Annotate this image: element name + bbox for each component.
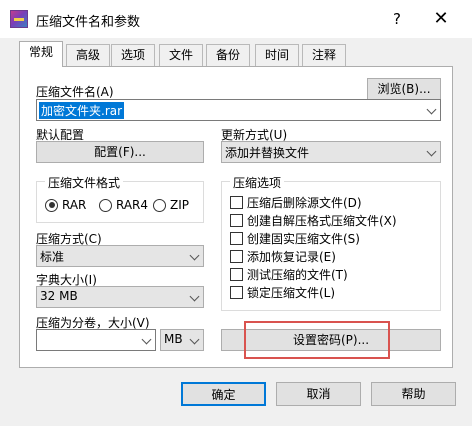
dictionary-size-select[interactable]: 32 MB: [36, 286, 204, 308]
browse-button[interactable]: 浏览(B)...: [367, 78, 441, 100]
chevron-down-icon[interactable]: [428, 148, 436, 156]
update-mode-select[interactable]: 添加并替换文件: [221, 141, 441, 163]
tab-time[interactable]: 时间: [255, 44, 300, 66]
option-solid-checkbox[interactable]: [230, 232, 243, 245]
archive-options-group: 压缩选项 压缩后删除源文件(D) 创建自解压格式压缩文件(X) 创建固实压缩文件…: [221, 174, 441, 311]
update-mode-value: 添加并替换文件: [225, 146, 310, 160]
option-create-sfx-checkbox[interactable]: [230, 214, 243, 227]
dialog-body: 常规 高级 选项 文件 备份 时间 注释 压缩文件名(A) 浏览(B)... 加…: [0, 38, 472, 426]
option-lock-archive-label: 锁定压缩文件(L): [247, 286, 336, 300]
option-delete-files[interactable]: 压缩后删除源文件(D): [230, 194, 362, 211]
help-button[interactable]: 帮助: [371, 382, 456, 406]
compression-method-value: 标准: [40, 250, 65, 264]
profiles-button[interactable]: 配置(F)...: [36, 141, 204, 163]
ok-button[interactable]: 确定: [181, 382, 266, 406]
option-test-files-checkbox[interactable]: [230, 268, 243, 281]
option-recovery-record-checkbox[interactable]: [230, 250, 243, 263]
tab-options[interactable]: 选项: [111, 44, 156, 66]
compression-method-select[interactable]: 标准: [36, 245, 204, 267]
archive-name-label: 压缩文件名(A): [36, 85, 114, 99]
tab-backup[interactable]: 备份: [206, 44, 251, 66]
option-create-sfx[interactable]: 创建自解压格式压缩文件(X): [230, 212, 397, 229]
archive-name-value[interactable]: 加密文件夹.rar: [39, 102, 125, 119]
archive-name-combo[interactable]: 加密文件夹.rar: [36, 99, 441, 121]
option-test-files-label: 测试压缩的文件(T): [247, 268, 348, 282]
option-recovery-record-label: 添加恢复记录(E): [247, 250, 336, 264]
option-solid-label: 创建固实压缩文件(S): [247, 232, 360, 246]
window-title: 压缩文件名和参数: [36, 15, 141, 30]
tab-advanced[interactable]: 高级: [66, 44, 111, 66]
option-delete-files-label: 压缩后删除源文件(D): [247, 196, 362, 210]
archive-options-title: 压缩选项: [230, 174, 285, 191]
chevron-down-icon[interactable]: [428, 106, 436, 114]
option-lock-archive[interactable]: 锁定压缩文件(L): [230, 284, 335, 301]
radio-rar[interactable]: RAR: [45, 198, 86, 212]
radio-rar4-indicator[interactable]: [99, 198, 112, 212]
radio-zip-indicator[interactable]: [153, 198, 166, 212]
radio-rar-indicator[interactable]: [45, 198, 58, 212]
radio-zip[interactable]: ZIP: [153, 198, 189, 212]
tab-files[interactable]: 文件: [159, 44, 204, 66]
close-icon[interactable]: ✕: [426, 8, 456, 30]
option-solid[interactable]: 创建固实压缩文件(S): [230, 230, 360, 247]
radio-rar-label: RAR: [62, 198, 87, 212]
dictionary-size-value: 32 MB: [40, 289, 78, 303]
archive-format-group: 压缩文件格式 RAR RAR4 ZIP: [36, 174, 204, 223]
tab-comment[interactable]: 注释: [302, 44, 347, 66]
general-panel: 压缩文件名(A) 浏览(B)... 加密文件夹.rar 默认配置 配置(F)..…: [19, 66, 453, 368]
chevron-down-icon[interactable]: [191, 293, 199, 301]
chevron-down-icon[interactable]: [191, 336, 199, 344]
title-bar: 压缩文件名和参数 ? ✕: [0, 0, 472, 38]
option-lock-archive-checkbox[interactable]: [230, 286, 243, 299]
chevron-down-icon[interactable]: [143, 336, 151, 344]
split-unit-select[interactable]: MB: [160, 329, 204, 351]
option-delete-files-checkbox[interactable]: [230, 196, 243, 209]
chevron-down-icon[interactable]: [191, 252, 199, 260]
radio-rar4-label: RAR4: [116, 198, 149, 212]
split-unit-value: MB: [164, 332, 183, 346]
option-test-files[interactable]: 测试压缩的文件(T): [230, 266, 348, 283]
option-recovery-record[interactable]: 添加恢复记录(E): [230, 248, 336, 265]
radio-zip-label: ZIP: [170, 198, 189, 212]
help-icon[interactable]: ?: [382, 8, 412, 30]
radio-rar4[interactable]: RAR4: [99, 198, 148, 212]
split-volumes-input[interactable]: [36, 329, 156, 351]
winrar-app-icon: [10, 10, 28, 28]
tab-general[interactable]: 常规: [19, 41, 64, 67]
password-highlight-box: [244, 321, 390, 359]
cancel-button[interactable]: 取消: [276, 382, 361, 406]
option-create-sfx-label: 创建自解压格式压缩文件(X): [247, 214, 397, 228]
archive-format-title: 压缩文件格式: [45, 174, 124, 191]
